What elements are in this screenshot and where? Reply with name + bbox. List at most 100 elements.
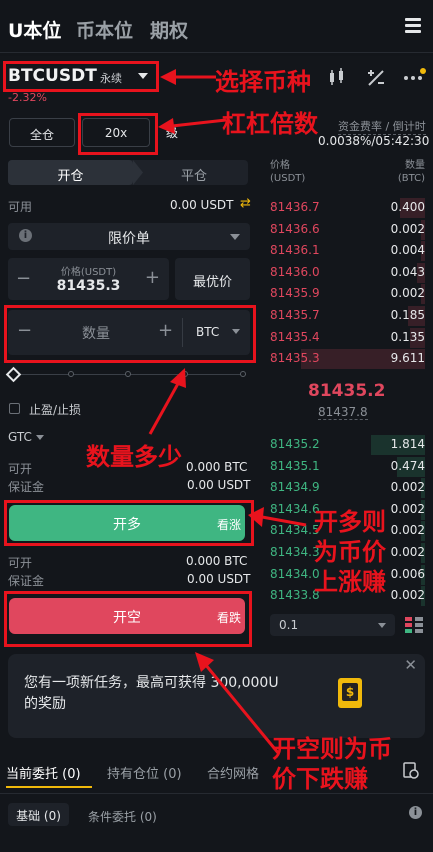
- annotation-box-short: [4, 591, 252, 647]
- price-plus-button[interactable]: +: [145, 267, 160, 288]
- order-history-icon[interactable]: [403, 762, 419, 780]
- tif-select[interactable]: GTC: [8, 430, 32, 444]
- order-price: 81435.4: [270, 329, 320, 344]
- orderbook-layout-icon[interactable]: [405, 617, 423, 633]
- long-can-open-value: 0.000 BTC: [186, 460, 248, 474]
- ask-row[interactable]: 81436.1 0.004: [270, 240, 425, 262]
- tab-u-margined[interactable]: U本位: [8, 16, 61, 43]
- chevron-down-icon: [230, 234, 240, 240]
- top-header: U本位 币本位 期权: [0, 0, 433, 56]
- order-qty: 0.002: [390, 286, 425, 301]
- long-margin-value: 0.00 USDT: [187, 478, 251, 492]
- price-change: -2.32%: [8, 91, 47, 104]
- orderbook-price-header: 价格 (USDT): [270, 160, 306, 184]
- slider-tick[interactable]: [68, 371, 74, 377]
- candlestick-icon[interactable]: [328, 68, 346, 86]
- order-price: 81434.3: [270, 545, 320, 559]
- tab-open[interactable]: 开仓: [8, 160, 133, 185]
- annotation-short: 开空则为币 价下跌赚: [272, 735, 392, 793]
- best-price-button[interactable]: 最优价: [175, 258, 250, 300]
- menu-icon[interactable]: [405, 18, 421, 34]
- annotation-arrow-long: [248, 507, 307, 527]
- mark-price[interactable]: 81437.8: [318, 405, 368, 420]
- short-can-open-value: 0.000 BTC: [186, 554, 248, 568]
- bid-row[interactable]: 81435.1 0.474: [270, 456, 425, 478]
- annotation-box-leverage: [78, 113, 158, 155]
- tab-coin-margined[interactable]: 币本位: [76, 16, 133, 43]
- annotation-box-symbol: [3, 61, 159, 92]
- annotation-arrow-select: [160, 69, 216, 85]
- ask-row[interactable]: 81436.0 0.043: [270, 262, 425, 284]
- slider-handle[interactable]: [5, 366, 22, 383]
- more-icon[interactable]: [403, 68, 426, 84]
- annotation-arrow-quantity: [148, 368, 186, 435]
- annotation-box-quantity: [4, 305, 256, 363]
- price-input[interactable]: − 价格(USDT) 81435.3 +: [8, 258, 169, 300]
- tab-grid[interactable]: 合约网格: [207, 763, 259, 782]
- banner-close-icon[interactable]: ✕: [404, 656, 417, 674]
- annotation-long: 开多则 为币价 上涨赚: [314, 508, 386, 596]
- tab-positions[interactable]: 持有仓位 (0): [107, 763, 182, 782]
- last-price: 81435.2: [308, 381, 386, 401]
- subtab-conditional[interactable]: 条件委托 (0): [88, 808, 157, 825]
- available-label: 可用: [8, 200, 33, 214]
- order-price: 81435.7: [270, 308, 320, 322]
- bid-row[interactable]: 81434.9 0.002: [270, 477, 425, 499]
- reward-icon: $: [338, 678, 362, 708]
- order-price: 81435.9: [270, 286, 320, 301]
- transfer-icon[interactable]: ⇄: [240, 196, 251, 211]
- order-price: 81433.8: [270, 588, 320, 603]
- order-qty: 0.043: [390, 264, 425, 279]
- ask-row[interactable]: 81435.4 0.135: [270, 327, 425, 349]
- order-qty: 0.135: [390, 329, 425, 344]
- precision-chevron-icon: [378, 623, 386, 628]
- annotation-leverage: 杠杠倍数: [222, 110, 318, 138]
- order-price: 81434.9: [270, 480, 320, 495]
- order-price: 81436.7: [270, 200, 320, 214]
- tab-close[interactable]: 平仓: [140, 165, 248, 184]
- ask-row[interactable]: 81435.9 0.002: [270, 283, 425, 305]
- order-qty: 0.185: [390, 308, 425, 322]
- order-type-select[interactable]: i 限价单: [8, 223, 250, 250]
- subtab-basic[interactable]: 基础 (0): [8, 803, 69, 826]
- order-qty: 0.004: [390, 243, 425, 258]
- order-qty: 0.002: [390, 480, 425, 495]
- order-qty: 0.400: [390, 200, 425, 214]
- short-margin-value: 0.00 USDT: [187, 572, 251, 586]
- funding-label[interactable]: 资金费率 / 倒计时: [338, 118, 426, 135]
- short-can-open-label: 可开: [8, 556, 33, 570]
- tab-current-orders[interactable]: 当前委托 (0): [6, 763, 81, 782]
- active-tab-indicator: [6, 786, 92, 788]
- ask-row[interactable]: 81436.6 0.002: [270, 219, 425, 241]
- ask-row[interactable]: 81435.7 0.185: [270, 305, 425, 327]
- calculator-icon[interactable]: [367, 69, 385, 87]
- annotation-quantity: 数量多少: [86, 443, 182, 471]
- bid-row[interactable]: 81435.2 1.814: [270, 434, 425, 456]
- margin-mode-button[interactable]: 全仓: [9, 118, 75, 147]
- header-divider: [0, 52, 433, 53]
- order-qty: 1.814: [390, 437, 425, 451]
- order-price: 81436.6: [270, 221, 320, 236]
- tif-chevron-icon: [36, 435, 44, 440]
- orderbook-qty-header: 数量 (BTC): [397, 160, 425, 184]
- tab-options[interactable]: 期权: [150, 16, 188, 43]
- annotation-select-coin: 选择币种: [215, 68, 311, 96]
- order-qty: 0.474: [390, 458, 425, 473]
- long-margin-label: 保证金: [8, 480, 45, 494]
- long-can-open-label: 可开: [8, 462, 33, 476]
- funding-value: 0.0038%/05:42:30: [318, 134, 430, 148]
- order-price: 81434.0: [270, 566, 320, 581]
- order-price: 81435.1: [270, 458, 320, 473]
- slider-tick[interactable]: [125, 371, 131, 377]
- ask-row[interactable]: 81435.3 9.611: [270, 348, 425, 370]
- tpsl-checkbox[interactable]: [9, 403, 20, 414]
- short-margin-label: 保证金: [8, 574, 45, 588]
- info-icon[interactable]: i: [409, 806, 422, 819]
- ask-row[interactable]: 81436.7 0.400: [270, 197, 425, 219]
- annotation-arrow-leverage: [158, 118, 227, 134]
- order-price: 81436.0: [270, 264, 320, 279]
- order-qty: 0.002: [390, 221, 425, 236]
- order-price: 81435.3: [270, 351, 320, 366]
- slider-tick[interactable]: [240, 371, 246, 377]
- precision-select[interactable]: 0.1: [270, 614, 395, 636]
